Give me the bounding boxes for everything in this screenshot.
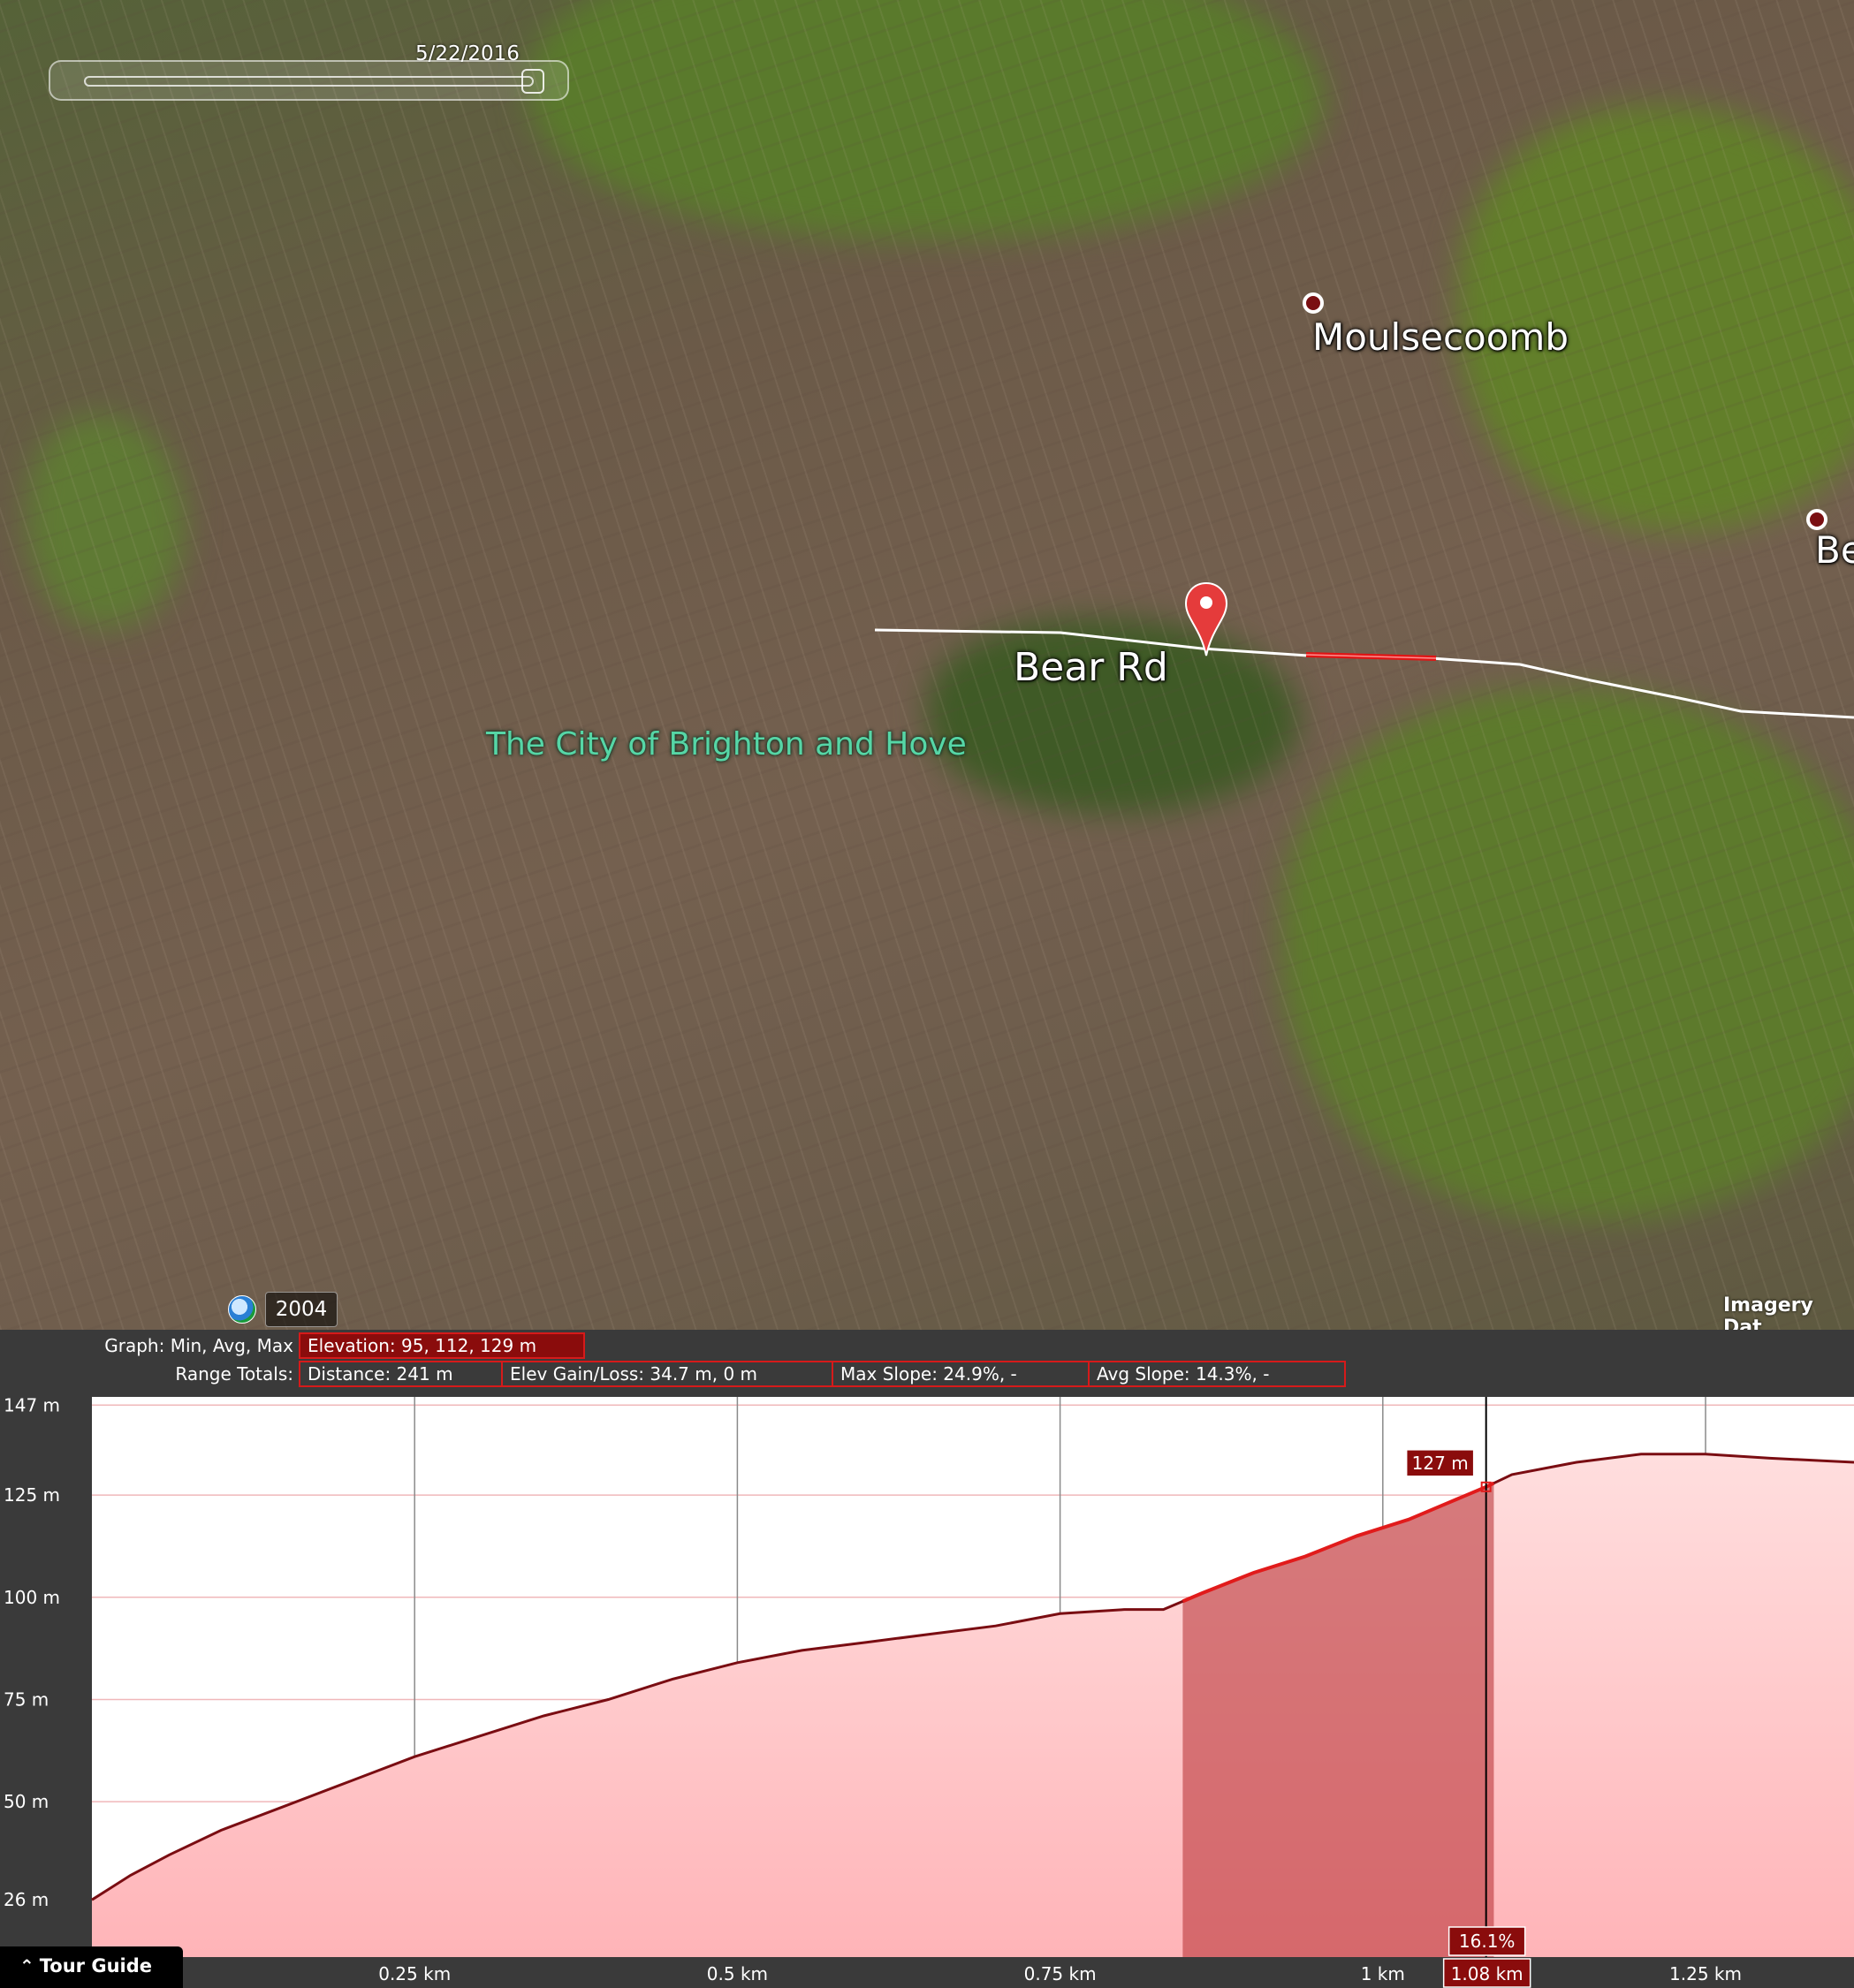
y-tick-label: 26 m [4, 1889, 49, 1910]
cursor-elevation-label: 127 m [1412, 1453, 1469, 1474]
x-tick-label: 1 km [1361, 1963, 1405, 1984]
road-label-bear-rd[interactable]: Bear Rd [1014, 645, 1168, 690]
place-dot-bevendean[interactable] [1806, 509, 1827, 530]
distance-stat: Distance: 241 m [299, 1361, 503, 1387]
profile-stats-bar: Graph: Min, Avg, Max Elevation: 95, 112,… [0, 1330, 1854, 1390]
x-tick-label: 0.25 km [378, 1963, 451, 1984]
imagery-year-badge: 2004 [265, 1292, 338, 1327]
elev-gain-loss-stat: Elev Gain/Loss: 34.7 m, 0 m [501, 1361, 833, 1387]
y-tick-label: 50 m [4, 1791, 49, 1812]
city-label[interactable]: The City of Brighton and Hove [486, 726, 967, 763]
place-label-bevendean[interactable]: Be [1815, 528, 1854, 572]
y-tick-label: 125 m [4, 1484, 60, 1506]
avg-slope-stat: Avg Slope: 14.3%, - [1088, 1361, 1346, 1387]
graph-desc-text: Min, Avg, Max [170, 1335, 293, 1356]
x-tick-label: 1.25 km [1669, 1963, 1742, 1984]
imagery-credit: Imagery Dat [1723, 1294, 1813, 1330]
time-slider-track[interactable] [84, 76, 534, 87]
historical-imagery-clock-icon[interactable] [228, 1295, 256, 1324]
y-tick-label: 147 m [4, 1394, 60, 1415]
elevation-graph-svg[interactable]: 127 m 26 m 50 m 75 m 100 m 125 m 147 m 0.25 k… [0, 1390, 1854, 1988]
time-slider-thumb[interactable] [521, 69, 544, 94]
cursor-slope-label: 16.1% [1459, 1931, 1516, 1952]
tour-guide-button[interactable]: ⌃ Tour Guide [0, 1946, 183, 1988]
chevron-up-icon: ⌃ [19, 1955, 34, 1977]
map-overlay [874, 628, 1854, 719]
max-slope-stat: Max Slope: 24.9%, - [832, 1361, 1090, 1387]
cursor-slope-tag: 16.1% [1447, 1926, 1526, 1956]
graph-label-text: Graph: [104, 1335, 165, 1356]
y-tick-label: 100 m [4, 1587, 60, 1608]
tour-guide-label: Tour Guide [39, 1955, 153, 1977]
range-totals-label: Range Totals: [175, 1363, 293, 1385]
place-dot-moulsecoomb[interactable] [1303, 292, 1324, 314]
graph-label: Graph: Min, Avg, Max [0, 1335, 293, 1356]
map-view[interactable]: Moulsecoomb Be Bear Rd The City of Brigh… [0, 0, 1854, 1330]
time-slider[interactable] [49, 60, 569, 101]
cursor-distance-tag: 1.08 km [1442, 1958, 1531, 1988]
x-tick-label: 0.5 km [707, 1963, 768, 1984]
elevation-profile-panel: Graph: Min, Avg, Max Elevation: 95, 112,… [0, 1330, 1854, 1988]
cursor-elevation-tag: 127 m [1405, 1449, 1475, 1477]
y-tick-label: 75 m [4, 1688, 49, 1710]
elevation-graph[interactable]: 127 m 26 m 50 m 75 m 100 m 125 m 147 m 0.25 k… [0, 1390, 1854, 1988]
x-tick-label: 0.75 km [1024, 1963, 1097, 1984]
location-pin-icon[interactable] [1184, 581, 1228, 657]
elevation-stat: Elevation: 95, 112, 129 m [299, 1332, 585, 1359]
place-label-moulsecoomb[interactable]: Moulsecoomb [1312, 315, 1569, 359]
cursor-distance-label: 1.08 km [1451, 1963, 1523, 1984]
